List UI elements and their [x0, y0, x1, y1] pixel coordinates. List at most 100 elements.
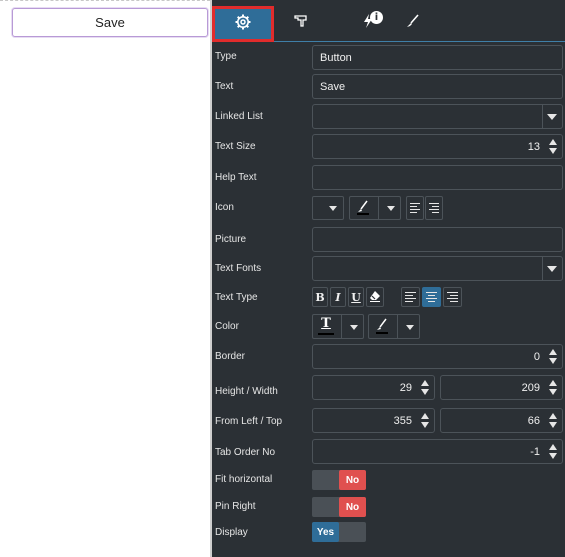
tab-events[interactable]: i	[348, 8, 388, 38]
save-button-preview[interactable]: Save	[12, 8, 208, 37]
design-canvas[interactable]: Save	[0, 0, 210, 557]
from-left-top-label: From Left / Top	[215, 416, 283, 427]
select-separator	[542, 105, 543, 128]
align-left-icon	[410, 203, 420, 213]
pin-right-toggle[interactable]: No	[312, 497, 366, 517]
clear-format-button[interactable]	[366, 287, 384, 307]
icon-color-picker[interactable]	[349, 196, 401, 220]
icon-align-right-button[interactable]	[425, 196, 443, 220]
border-label: Border	[215, 351, 246, 362]
align-right-icon	[429, 203, 439, 213]
spinner-arrows-icon[interactable]	[548, 443, 558, 460]
chevron-down-icon	[406, 325, 414, 330]
tab-settings[interactable]	[212, 6, 274, 42]
picture-input[interactable]	[312, 227, 563, 252]
underline-button[interactable]: U	[348, 287, 364, 307]
spinner-arrows-icon[interactable]	[420, 412, 430, 429]
spinner-arrows-icon[interactable]	[548, 412, 558, 429]
help-text-label: Help Text	[215, 172, 257, 183]
text-align-left-button[interactable]	[401, 287, 420, 307]
icon-align-left-button[interactable]	[406, 196, 424, 220]
italic-button[interactable]: I	[330, 287, 346, 307]
brush-icon	[406, 13, 420, 33]
text-color-icon: T	[320, 316, 332, 331]
type-field: Button	[312, 45, 563, 70]
text-input[interactable]: Save	[312, 74, 563, 99]
text-type-label: Text Type	[215, 292, 258, 303]
brush-icon	[356, 200, 370, 219]
picker-separator	[378, 197, 379, 219]
spinner-arrows-icon[interactable]	[548, 379, 558, 396]
picker-separator	[341, 315, 342, 338]
picture-label: Picture	[215, 234, 247, 245]
left-value: 355	[393, 414, 412, 427]
height-value: 29	[399, 381, 412, 394]
align-left-icon	[405, 292, 416, 302]
spinner-arrows-icon[interactable]	[548, 138, 558, 155]
top-stepper[interactable]: 66	[440, 408, 563, 433]
chevron-down-icon	[387, 206, 395, 211]
picker-separator	[397, 315, 398, 338]
tab-layout[interactable]	[286, 8, 316, 38]
type-value: Button	[320, 51, 352, 64]
linked-list-select[interactable]	[312, 104, 563, 129]
info-badge-icon: i	[370, 11, 383, 24]
select-separator	[542, 257, 543, 280]
toggle-state: Yes	[312, 522, 339, 542]
pin-right-label: Pin Right	[215, 501, 256, 512]
toggle-state: No	[339, 470, 366, 490]
tab-order-label: Tab Order No	[215, 447, 276, 458]
height-width-label: Height / Width	[215, 386, 278, 397]
color-label: Color	[215, 321, 239, 332]
spinner-arrows-icon[interactable]	[420, 379, 430, 396]
top-value: 66	[527, 414, 540, 427]
text-size-label: Text Size	[215, 141, 256, 152]
icon-picker-select[interactable]	[312, 196, 344, 220]
linked-list-label: Linked List	[215, 111, 263, 122]
align-center-icon	[426, 292, 437, 302]
toggle-state: No	[339, 497, 366, 517]
tab-order-value: -1	[530, 445, 540, 458]
fit-horizontal-toggle[interactable]: No	[312, 470, 366, 490]
background-color-picker[interactable]	[368, 314, 420, 339]
tab-style[interactable]	[398, 8, 428, 38]
display-toggle[interactable]: Yes	[312, 522, 366, 542]
text-size-stepper[interactable]: 13	[312, 134, 563, 159]
text-fonts-select[interactable]	[312, 256, 563, 281]
align-right-icon	[447, 292, 458, 302]
fit-horizontal-label: Fit horizontal	[215, 474, 273, 485]
bold-button[interactable]: B	[312, 287, 328, 307]
icon-label: Icon	[215, 202, 234, 213]
panel-tab-bar: i	[212, 0, 565, 42]
brush-icon	[375, 318, 389, 338]
width-stepper[interactable]: 209	[440, 375, 563, 400]
text-align-right-button[interactable]	[443, 287, 462, 307]
text-fonts-label: Text Fonts	[215, 263, 262, 274]
canvas-top-border	[0, 0, 210, 3]
gear-icon	[235, 14, 251, 35]
text-color-picker[interactable]: T	[312, 314, 364, 339]
eraser-icon	[369, 290, 381, 305]
width-value: 209	[521, 381, 540, 394]
border-value: 0	[533, 350, 540, 363]
border-stepper[interactable]: 0	[312, 344, 563, 369]
tab-order-stepper[interactable]: -1	[312, 439, 563, 464]
text-size-value: 13	[527, 140, 540, 153]
height-stepper[interactable]: 29	[312, 375, 435, 400]
left-stepper[interactable]: 355	[312, 408, 435, 433]
display-label: Display	[215, 527, 248, 538]
color-swatch	[318, 333, 334, 335]
help-text-input[interactable]	[312, 165, 563, 190]
text-value: Save	[320, 80, 346, 93]
chevron-down-icon	[350, 325, 358, 330]
layout-icon	[294, 14, 308, 33]
text-label: Text	[215, 81, 234, 92]
spinner-arrows-icon[interactable]	[548, 348, 558, 365]
chevron-down-icon	[547, 114, 557, 120]
text-align-center-button[interactable]	[422, 287, 441, 307]
text-color-glyph: T	[321, 316, 331, 331]
chevron-down-icon	[547, 266, 557, 272]
properties-panel: i Type Button Text Save Linked List Text…	[212, 0, 565, 557]
chevron-down-icon	[329, 206, 337, 211]
type-label: Type	[215, 51, 237, 62]
